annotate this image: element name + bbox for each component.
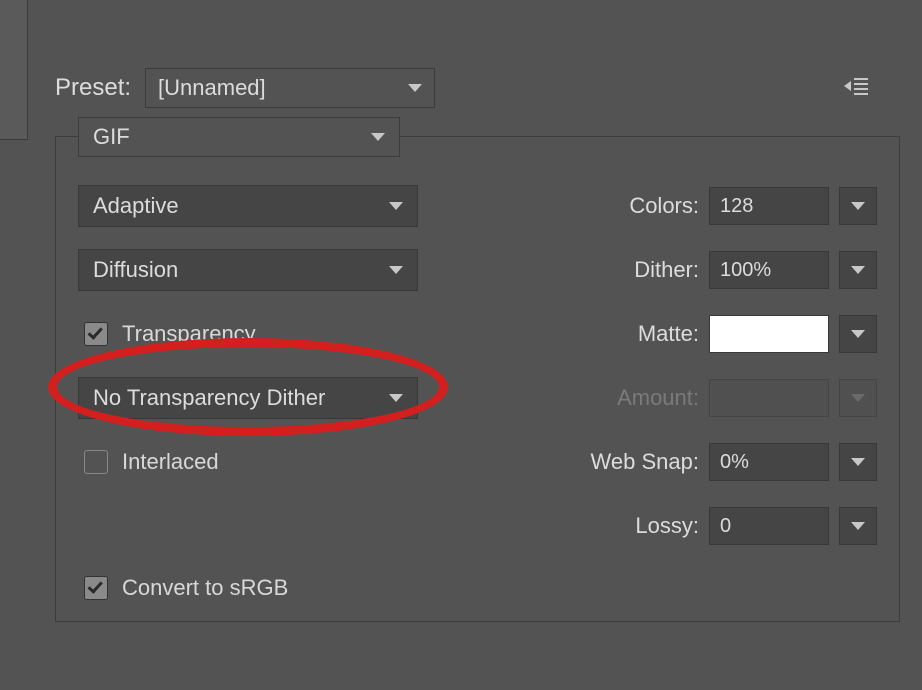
chevron-down-icon	[389, 266, 403, 274]
convert-srgb-row: Convert to sRGB	[78, 575, 877, 601]
chevron-down-icon	[851, 458, 865, 466]
colors-row: Colors: 128	[474, 185, 877, 227]
transparency-label: Transparency	[122, 321, 256, 347]
chevron-down-icon	[851, 394, 865, 402]
transparency-dither-dropdown[interactable]: No Transparency Dither	[78, 377, 418, 419]
settings-columns: Adaptive Diffusion Transparency No Trans…	[78, 185, 877, 547]
lossy-label: Lossy:	[635, 513, 699, 539]
dither-value: 100%	[720, 259, 771, 282]
lossy-value: 0	[720, 515, 731, 538]
preset-dropdown[interactable]: [Unnamed]	[145, 68, 435, 108]
dither-label: Dither:	[634, 257, 699, 283]
dither-input[interactable]: 100%	[709, 251, 829, 289]
checkmark-icon	[88, 578, 103, 594]
chevron-down-icon	[371, 133, 385, 141]
color-reduction-dropdown[interactable]: Adaptive	[78, 185, 418, 227]
transparency-checkbox[interactable]	[84, 322, 108, 346]
interlaced-label: Interlaced	[122, 449, 219, 475]
convert-srgb-label: Convert to sRGB	[122, 575, 288, 601]
chevron-down-icon	[851, 330, 865, 338]
format-value: GIF	[93, 124, 130, 150]
right-column: Colors: 128 Dither: 100%	[474, 185, 877, 547]
websnap-label: Web Snap:	[591, 449, 699, 475]
left-panel-edge	[0, 0, 28, 140]
convert-srgb-checkbox[interactable]	[84, 576, 108, 600]
amount-row: Amount:	[474, 377, 877, 419]
color-reduction-value: Adaptive	[93, 193, 179, 219]
colors-label: Colors:	[629, 193, 699, 219]
matte-swatch[interactable]	[709, 315, 829, 353]
dither-row: Dither: 100%	[474, 249, 877, 291]
websnap-value: 0%	[720, 451, 749, 474]
chevron-down-icon	[851, 522, 865, 530]
chevron-down-icon	[851, 202, 865, 210]
preset-value: [Unnamed]	[158, 75, 266, 101]
chevron-down-icon	[408, 84, 422, 92]
interlaced-row: Interlaced	[78, 441, 418, 483]
format-dropdown[interactable]: GIF	[78, 117, 400, 157]
lossy-input[interactable]: 0	[709, 507, 829, 545]
export-settings-panel: Preset: [Unnamed] GIF Adaptive Dif	[55, 68, 900, 690]
format-group: GIF Adaptive Diffusion Transparency	[55, 136, 900, 622]
chevron-down-icon	[389, 394, 403, 402]
transparency-dither-value: No Transparency Dither	[93, 385, 325, 411]
websnap-row: Web Snap: 0%	[474, 441, 877, 483]
checkmark-icon	[88, 324, 103, 340]
colors-stepper[interactable]	[839, 187, 877, 225]
websnap-stepper[interactable]	[839, 443, 877, 481]
interlaced-checkbox[interactable]	[84, 450, 108, 474]
matte-stepper[interactable]	[839, 315, 877, 353]
websnap-input[interactable]: 0%	[709, 443, 829, 481]
amount-stepper	[839, 379, 877, 417]
left-column: Adaptive Diffusion Transparency No Trans…	[78, 185, 418, 547]
matte-row: Matte:	[474, 313, 877, 355]
transparency-row: Transparency	[78, 313, 418, 355]
matte-label: Matte:	[638, 321, 699, 347]
amount-label: Amount:	[617, 385, 699, 411]
chevron-down-icon	[851, 266, 865, 274]
dither-stepper[interactable]	[839, 251, 877, 289]
amount-input	[709, 379, 829, 417]
lossy-row: Lossy: 0	[474, 505, 877, 547]
menu-lines-icon	[854, 78, 868, 95]
triangle-icon	[844, 81, 851, 91]
colors-value: 128	[720, 195, 753, 218]
preset-label: Preset:	[55, 74, 131, 102]
dither-method-dropdown[interactable]: Diffusion	[78, 249, 418, 291]
colors-input[interactable]: 128	[709, 187, 829, 225]
chevron-down-icon	[389, 202, 403, 210]
lossy-stepper[interactable]	[839, 507, 877, 545]
panel-menu-icon[interactable]	[844, 76, 872, 96]
dither-method-value: Diffusion	[93, 257, 178, 283]
preset-row: Preset: [Unnamed]	[55, 68, 900, 108]
